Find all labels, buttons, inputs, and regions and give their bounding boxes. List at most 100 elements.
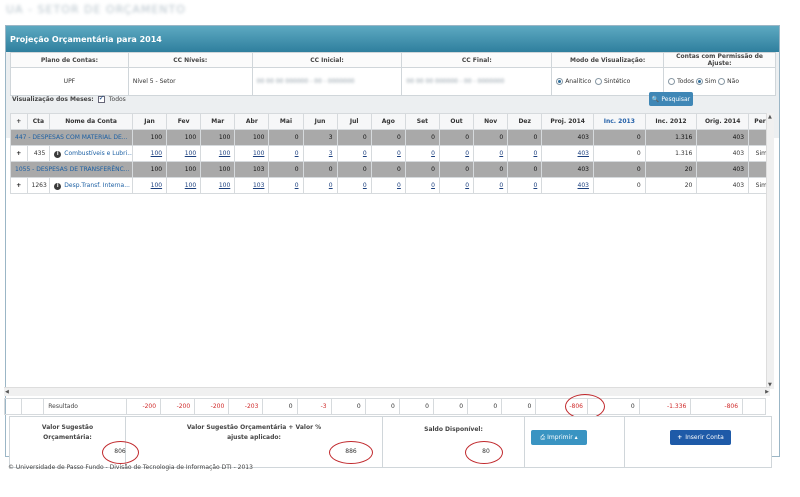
resultado-set: 0 xyxy=(398,398,434,415)
group-row[interactable]: 1055 - DESPESAS DE TRANSFERÊNC... 100 100 1… xyxy=(10,161,772,178)
resultado-per xyxy=(742,398,766,415)
col-fev[interactable]: Fev xyxy=(166,113,202,130)
cell-jun[interactable]: 3 xyxy=(302,145,338,162)
cell-fev[interactable]: 100 xyxy=(166,145,202,162)
col-mar[interactable]: Mar xyxy=(200,113,236,130)
cell-abr[interactable]: 103 xyxy=(234,177,270,194)
budget-table: + Cta Nome da Conta Jan Fev Mar Abr Mai … xyxy=(10,113,772,194)
cc-final-select[interactable]: 00 00 00 000000 - 00 - 0000000 xyxy=(401,67,553,96)
group-name[interactable]: 1055 - DESPESAS DE TRANSFERÊNC... xyxy=(10,161,133,178)
col-inc-2012[interactable]: Inc. 2012 xyxy=(644,113,698,130)
resultado-spacer xyxy=(4,398,22,415)
cell-out[interactable]: 0 xyxy=(438,145,475,162)
col-cta[interactable]: Cta xyxy=(26,113,51,130)
sugestao-label: Valor Sugestão Orçamentária: xyxy=(41,424,94,441)
cell-jul[interactable]: 0 xyxy=(336,177,372,194)
cell-jun: 0 xyxy=(302,161,338,178)
search-icon: 🔍 xyxy=(651,95,660,103)
cell-set[interactable]: 0 xyxy=(404,145,440,162)
cell-jan[interactable]: 100 xyxy=(131,145,168,162)
expand-row-icon[interactable]: + xyxy=(10,145,28,162)
cell-mar[interactable]: 100 xyxy=(200,177,236,194)
col-proj-2014[interactable]: Proj. 2014 xyxy=(541,113,594,130)
print-button[interactable]: ⎙ Imprimir ▴ xyxy=(531,430,587,445)
cell-out[interactable]: 0 xyxy=(438,177,475,194)
printer-icon: ⎙ xyxy=(540,433,546,441)
cell-fev[interactable]: 100 xyxy=(166,177,202,194)
account-row[interactable]: +435 i Combustíveis e Lubri... 100 100 100 100… xyxy=(10,145,772,162)
cell-nov[interactable]: 0 xyxy=(473,145,509,162)
cell-ago[interactable]: 0 xyxy=(370,177,406,194)
insert-account-button[interactable]: + Inserir Conta xyxy=(670,430,731,445)
col-jan[interactable]: Jan xyxy=(131,113,168,130)
cell-jun: 3 xyxy=(302,129,338,146)
cc-inicial-select[interactable]: 00 00 00 000000 - 00 - 0000000 xyxy=(251,67,403,96)
account-row[interactable]: +1263 i Desp.Transf. Interna... 100 100 100 10… xyxy=(10,177,772,194)
filters-table: Plano de Contas: CC Níveis: CC Inicial: … xyxy=(10,52,776,96)
col-jun[interactable]: Jun xyxy=(302,113,338,130)
grid-vertical-scrollbar[interactable]: ▲ ▼ xyxy=(766,113,774,389)
cell-proj-2014[interactable]: 403 xyxy=(541,177,594,194)
account-code: 1263 xyxy=(26,177,51,194)
cell-abr[interactable]: 100 xyxy=(234,145,270,162)
resultado-mar: -200 xyxy=(194,398,230,415)
cell-mar[interactable]: 100 xyxy=(200,145,236,162)
col-nome[interactable]: Nome da Conta xyxy=(49,113,133,130)
plus-icon: + xyxy=(677,434,683,441)
resultado-mai: 0 xyxy=(262,398,298,415)
account-name-cell: i Desp.Transf. Interna... xyxy=(49,177,133,194)
info-icon[interactable]: i xyxy=(54,150,62,158)
col-ago[interactable]: Ago xyxy=(370,113,406,130)
radio-nao[interactable] xyxy=(718,78,726,85)
niveis-select[interactable]: Nível 5 - Setor xyxy=(127,67,253,96)
col-mai[interactable]: Mai xyxy=(268,113,304,130)
group-row[interactable]: 447 - DESPESAS COM MATERIAL DE... 100 100 1… xyxy=(10,129,772,146)
grid-horizontal-scrollbar[interactable]: ◀ ▶ xyxy=(4,387,770,396)
cell-dez[interactable]: 0 xyxy=(507,145,543,162)
col-abr[interactable]: Abr xyxy=(234,113,270,130)
cell-jul[interactable]: 0 xyxy=(336,145,372,162)
scroll-up-icon[interactable]: ▲ xyxy=(768,114,772,120)
scroll-left-icon[interactable]: ◀ xyxy=(5,389,9,395)
account-name-link[interactable]: Desp.Transf. Interna... xyxy=(64,182,130,189)
radio-sintetico[interactable] xyxy=(594,78,602,85)
filter-header-modo: Modo de Visualização: xyxy=(551,52,665,68)
col-nov[interactable]: Nov xyxy=(473,113,509,130)
col-set[interactable]: Set xyxy=(404,113,440,130)
cell-mai[interactable]: 0 xyxy=(268,145,304,162)
cell-jan[interactable]: 100 xyxy=(131,177,168,194)
cell-mai[interactable]: 0 xyxy=(268,177,304,194)
expand-all-icon[interactable]: + xyxy=(10,113,28,130)
plano-select[interactable]: UPF xyxy=(10,67,129,96)
cell-ago[interactable]: 0 xyxy=(370,145,406,162)
col-out[interactable]: Out xyxy=(438,113,475,130)
radio-analitico[interactable] xyxy=(556,78,564,85)
cell-ago: 0 xyxy=(370,161,406,178)
col-orig-2014[interactable]: Orig. 2014 xyxy=(696,113,750,130)
meses-todos-checkbox[interactable] xyxy=(97,94,105,103)
radio-todos[interactable] xyxy=(668,78,676,85)
cell-nov[interactable]: 0 xyxy=(473,177,509,194)
col-jul[interactable]: Jul xyxy=(336,113,372,130)
cell-set[interactable]: 0 xyxy=(404,177,440,194)
col-inc-2013[interactable]: Inc. 2013 xyxy=(592,113,646,130)
saldo-label: Saldo Disponível: xyxy=(424,426,483,433)
scroll-right-icon[interactable]: ▶ xyxy=(765,389,769,395)
info-icon[interactable]: i xyxy=(54,182,62,190)
col-dez[interactable]: Dez xyxy=(507,113,543,130)
resultado-spacer xyxy=(20,398,45,415)
cell-abr: 100 xyxy=(234,129,270,146)
cell-inc-2012: 1.316 xyxy=(644,145,698,162)
search-button[interactable]: 🔍 Pesquisar xyxy=(649,92,693,106)
resultado-label: Resultado xyxy=(43,398,127,415)
expand-row-icon[interactable]: + xyxy=(10,177,28,194)
cell-dez[interactable]: 0 xyxy=(507,177,543,194)
meses-filter: Visualização dos Meses: Todos xyxy=(12,94,126,103)
resultado-ago: 0 xyxy=(364,398,400,415)
group-name[interactable]: 447 - DESPESAS COM MATERIAL DE... xyxy=(10,129,133,146)
cell-jun[interactable]: 0 xyxy=(302,177,338,194)
cell-proj-2014[interactable]: 403 xyxy=(541,145,594,162)
radio-sim[interactable] xyxy=(695,78,703,85)
account-name-link[interactable]: Combustíveis e Lubri... xyxy=(64,150,131,157)
cell-jul: 0 xyxy=(336,129,372,146)
